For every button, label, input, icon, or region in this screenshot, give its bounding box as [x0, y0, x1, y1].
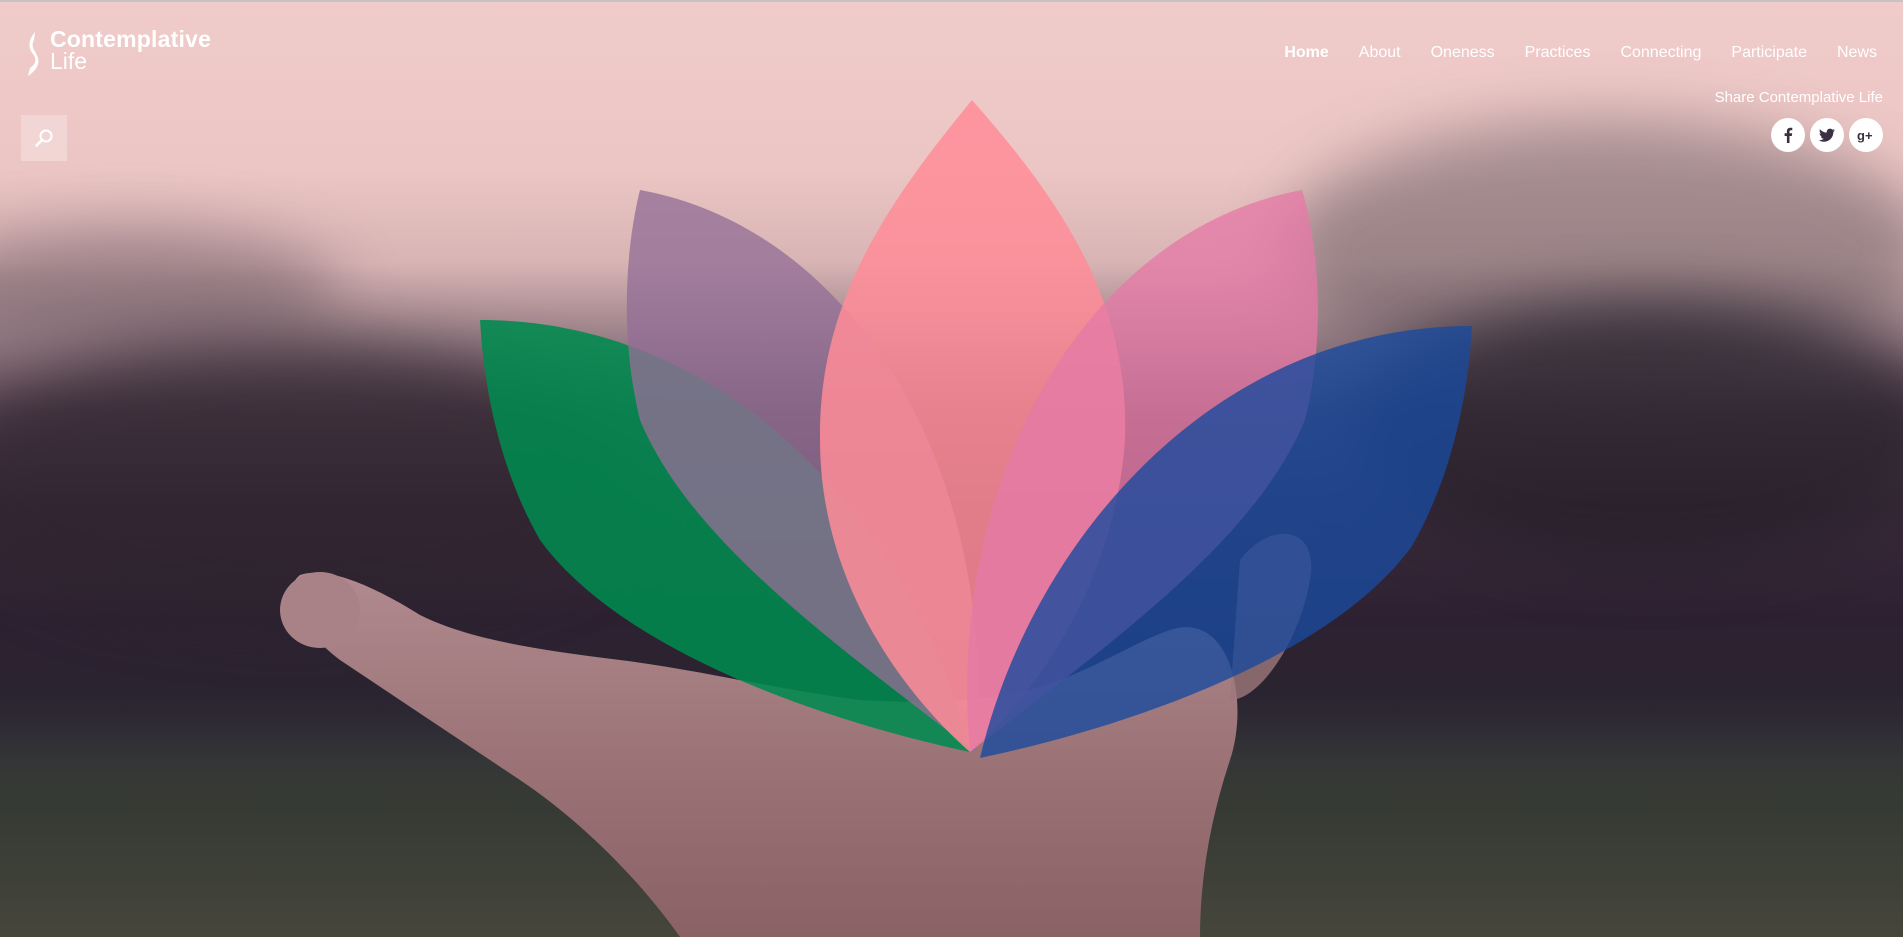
main-nav: Home About Oneness Practices Connecting …	[1254, 43, 1877, 63]
nav-item-connecting[interactable]: Connecting	[1620, 43, 1701, 63]
search-icon	[35, 129, 53, 147]
facebook-share-button[interactable]	[1771, 118, 1805, 152]
svg-text:g+: g+	[1857, 128, 1873, 143]
site-logo[interactable]: Contemplative Life	[24, 28, 211, 78]
logo-line-1: Contemplative	[50, 26, 212, 52]
lotus-logo-graphic	[480, 100, 1472, 758]
nav-item-home[interactable]: Home	[1284, 43, 1328, 63]
twitter-share-button[interactable]	[1810, 118, 1844, 152]
google-plus-share-button[interactable]: g+	[1849, 118, 1883, 152]
facebook-icon	[1784, 127, 1793, 143]
social-share-buttons: g+	[1771, 118, 1883, 152]
browser-top-edge	[0, 0, 1903, 2]
share-label: Share Contemplative Life	[1714, 89, 1883, 106]
logo-wordmark: Contemplative Life	[50, 26, 212, 74]
search-button[interactable]	[21, 115, 67, 161]
google-plus-icon: g+	[1857, 128, 1873, 143]
logo-line-2: Life	[50, 48, 88, 74]
nav-item-participate[interactable]: Participate	[1731, 43, 1807, 63]
hero-stage: Contemplative Life Home About Oneness Pr…	[0, 0, 1903, 937]
nav-item-about[interactable]: About	[1359, 43, 1401, 63]
nav-item-practices[interactable]: Practices	[1525, 43, 1591, 63]
logo-mark-icon	[28, 32, 39, 76]
twitter-icon	[1818, 128, 1835, 142]
nav-item-news[interactable]: News	[1837, 43, 1877, 63]
nav-item-oneness[interactable]: Oneness	[1431, 43, 1495, 63]
